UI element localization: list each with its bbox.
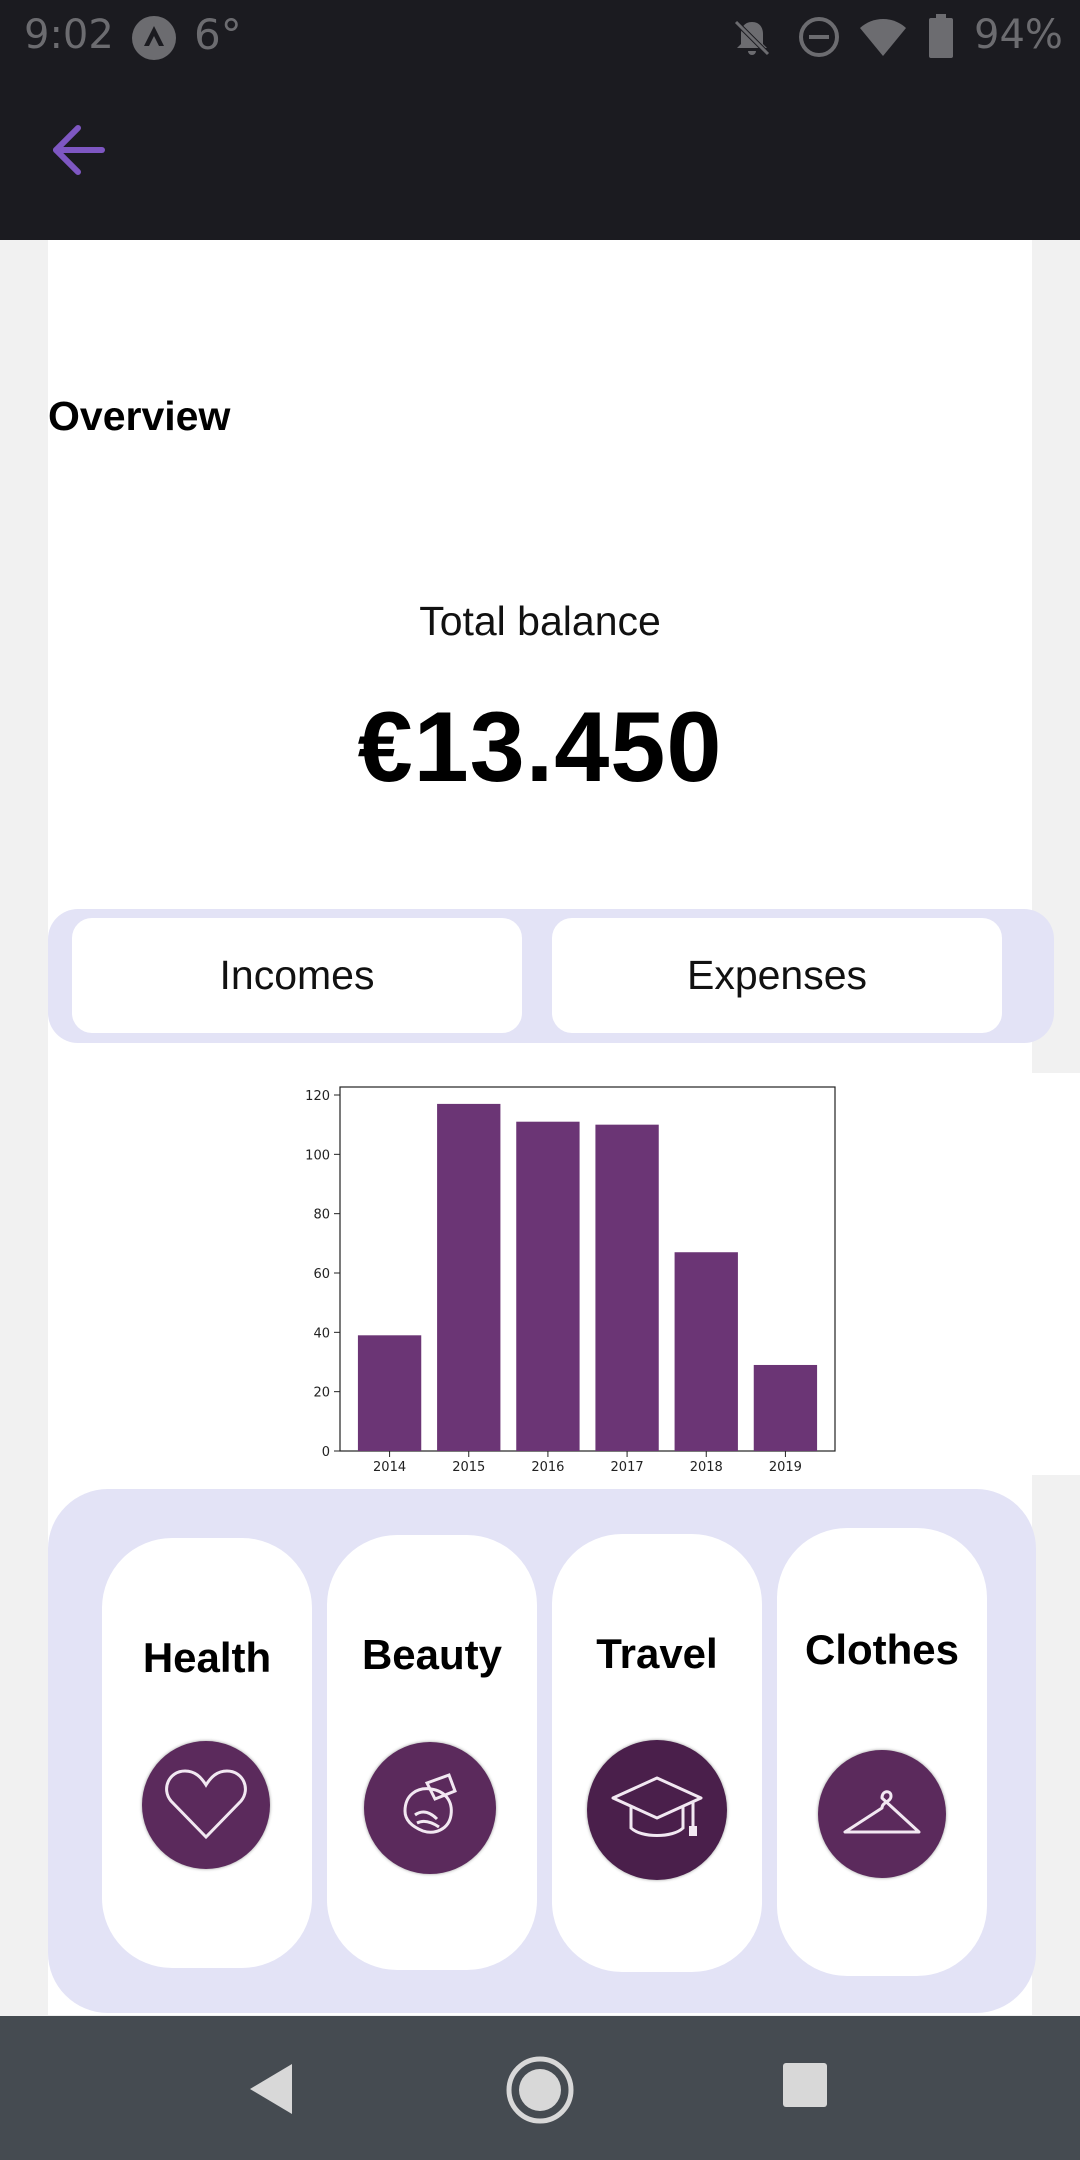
beauty-icon [364,1742,496,1874]
incomes-button[interactable]: Incomes [72,918,522,1033]
category-card-travel[interactable]: Travel [552,1534,762,1972]
y-tick-label: 100 [305,1148,330,1163]
category-label: Travel [596,1630,718,1677]
category-label: Beauty [361,1631,503,1678]
app-toolbar [0,73,1080,240]
status-bar: 9:02 6° 94% [0,0,1080,73]
bar-2018 [674,1252,738,1451]
square-recents-icon [783,2063,827,2107]
category-card-beauty[interactable]: Beauty [327,1535,537,1970]
bar-2017 [595,1124,659,1451]
y-tick-label: 0 [322,1445,330,1460]
nav-home-button[interactable] [504,2054,576,2126]
status-temperature: 6° [194,10,242,59]
x-tick-label: 2014 [373,1460,406,1475]
wifi-icon [858,16,908,63]
y-tick-label: 20 [313,1386,330,1401]
arrow-left-icon [53,125,105,175]
home-circle-icon [506,2056,574,2124]
triangle-back-icon [250,2064,292,2114]
x-tick-label: 2017 [611,1460,644,1475]
overview-title: Overview [48,393,231,439]
category-label: Clothes [804,1626,959,1673]
y-tick-label: 80 [313,1208,330,1223]
total-balance-value: €13.450 [357,691,723,802]
battery-percentage: 94% [974,12,1063,58]
expenses-button[interactable]: Expenses [552,918,1002,1033]
battery-icon [928,14,954,63]
nav-recents-button[interactable] [780,2060,830,2110]
category-label: Health [142,1634,272,1681]
y-tick-label: 60 [313,1267,330,1282]
do-not-disturb-icon [798,16,840,63]
bar-2015 [437,1103,501,1451]
bar-2019 [753,1364,818,1451]
nav-back-button[interactable] [236,2054,306,2124]
category-card-health[interactable]: Health [102,1538,312,1968]
notifications-off-icon [730,16,774,65]
bar-chart: 0 20 40 60 80 100 120 2014 2015 2016 2017 2018 2019 [305,1086,836,1475]
bar-2014 [357,1335,422,1451]
bar-2016 [516,1121,580,1451]
y-tick-label: 120 [305,1089,330,1104]
heart-icon [142,1741,270,1869]
category-card-clothes[interactable]: Clothes [777,1528,987,1976]
hanger-icon [818,1750,946,1878]
status-time: 9:02 [24,12,114,58]
app-notification-icon [132,16,176,60]
y-tick-label: 40 [313,1326,330,1341]
x-tick-label: 2015 [452,1460,485,1475]
back-button[interactable] [40,112,116,188]
x-tick-label: 2019 [769,1460,802,1475]
total-balance-label: Total balance [419,598,661,644]
graduation-cap-icon [587,1740,727,1880]
x-tick-label: 2016 [531,1460,564,1475]
x-tick-label: 2018 [690,1460,723,1475]
